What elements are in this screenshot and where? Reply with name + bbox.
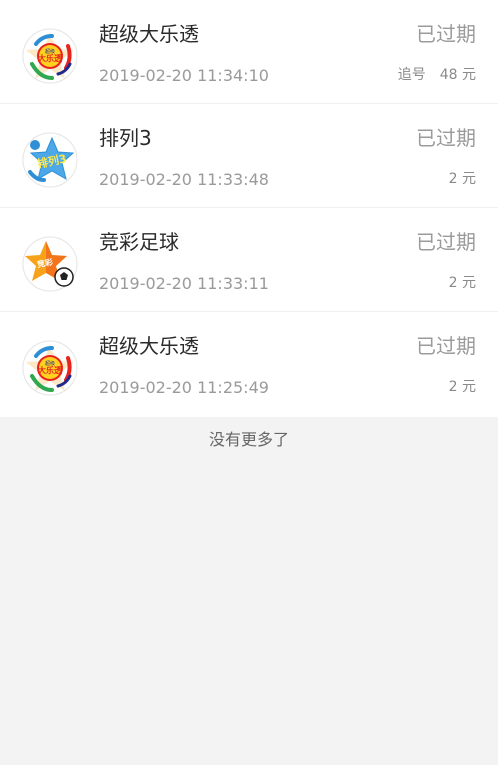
order-amount: 2 元 bbox=[448, 275, 476, 291]
lottery-name: 排列3 bbox=[99, 126, 152, 150]
order-time: 2019-02-20 11:33:11 bbox=[99, 274, 269, 293]
pailie3-logo-icon: 排列3 bbox=[22, 132, 78, 188]
no-more-indicator: 没有更多了 bbox=[208, 430, 289, 449]
status-badge: 已过期 bbox=[416, 22, 476, 46]
lottery-name: 超级大乐透 bbox=[99, 22, 199, 46]
jingcai-football-logo-icon: 竞彩 bbox=[22, 236, 78, 292]
amount-line: 追号 48 元 bbox=[398, 65, 476, 85]
order-record-list: 超级 大乐透 超级大乐透 2019-02-20 11:34:10 已过期 追号 4… bbox=[0, 0, 498, 417]
chase-number-tag: 追号 bbox=[397, 67, 426, 83]
logo-text: 大乐透 bbox=[38, 53, 62, 63]
record-row-2[interactable]: 排列3 排列3 2019-02-20 11:33:48 已过期 2 元 bbox=[0, 104, 498, 208]
daletou-logo-icon: 超级 大乐透 bbox=[22, 28, 78, 84]
daletou-logo-icon: 超级 大乐透 bbox=[22, 340, 78, 396]
lottery-name: 超级大乐透 bbox=[99, 334, 199, 358]
amount-line: 2 元 bbox=[449, 273, 476, 293]
status-badge: 已过期 bbox=[416, 334, 476, 358]
order-amount: 48 元 bbox=[439, 67, 476, 83]
amount-line: 2 元 bbox=[449, 169, 476, 189]
status-badge: 已过期 bbox=[416, 230, 476, 254]
logo-text: 大乐透 bbox=[38, 365, 62, 375]
order-time: 2019-02-20 11:34:10 bbox=[99, 66, 269, 85]
order-time: 2019-02-20 11:33:48 bbox=[99, 170, 269, 189]
order-amount: 2 元 bbox=[448, 379, 476, 395]
order-time: 2019-02-20 11:25:49 bbox=[99, 378, 269, 397]
lottery-name: 竞彩足球 bbox=[99, 230, 179, 254]
record-row-1[interactable]: 超级 大乐透 超级大乐透 2019-02-20 11:34:10 已过期 追号 4… bbox=[0, 0, 498, 104]
record-row-3[interactable]: 竞彩 竞彩足球 2019-02-20 11:33:11 已过期 2 元 bbox=[0, 208, 498, 312]
order-amount: 2 元 bbox=[448, 171, 476, 187]
record-row-4[interactable]: 超级 大乐透 超级大乐透 2019-02-20 11:25:49 已过期 2 元 bbox=[0, 312, 498, 417]
amount-line: 2 元 bbox=[449, 377, 476, 397]
status-badge: 已过期 bbox=[416, 126, 476, 150]
